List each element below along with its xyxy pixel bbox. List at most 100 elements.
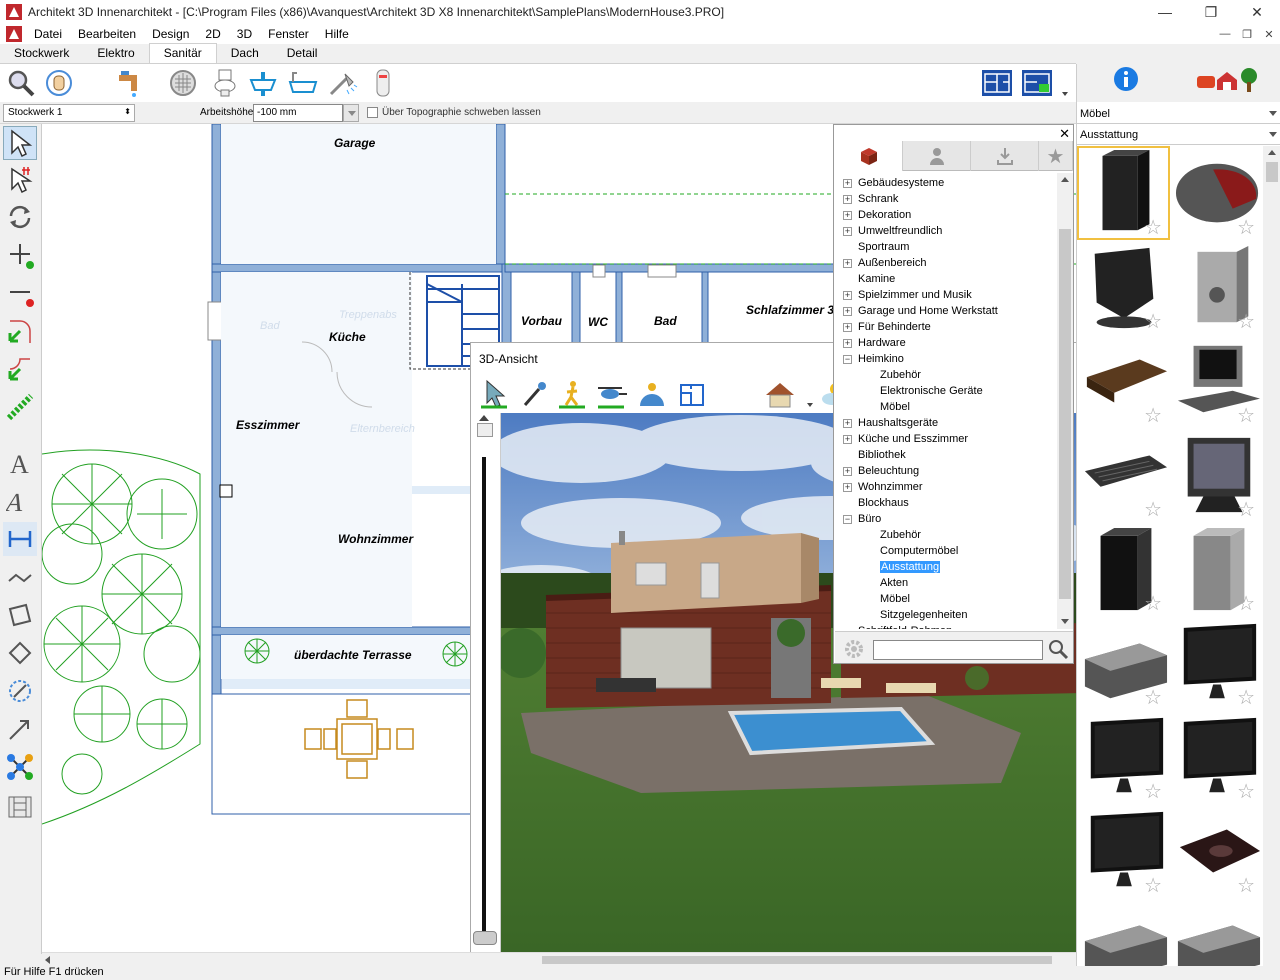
menu-2d[interactable]: 2D: [197, 27, 228, 41]
dimension-chain-tool[interactable]: [3, 560, 37, 594]
menu-3d[interactable]: 3D: [229, 27, 260, 41]
tree-node[interactable]: − Büro: [843, 511, 881, 527]
library-item[interactable]: ☆: [1077, 804, 1170, 898]
scroll-up-icon[interactable]: [1268, 150, 1276, 155]
catalog-tab-objects[interactable]: [835, 141, 903, 171]
tree-node[interactable]: Möbel: [865, 399, 910, 415]
library-item[interactable]: ☆: [1077, 334, 1170, 428]
minimize-button[interactable]: —: [1142, 0, 1188, 24]
tree-node[interactable]: + Außenbereich: [843, 255, 927, 271]
expand-icon[interactable]: +: [843, 338, 852, 348]
tab-detail[interactable]: Detail: [273, 44, 332, 63]
selection-handle[interactable]: [219, 484, 233, 498]
expand-icon[interactable]: +: [843, 306, 852, 316]
curve-tool[interactable]: [3, 314, 37, 348]
tree-node[interactable]: Akten: [865, 575, 908, 591]
favorite-star-icon[interactable]: ☆: [1144, 876, 1162, 896]
shower-tool[interactable]: [326, 66, 360, 100]
expand-icon[interactable]: +: [843, 322, 852, 332]
collapse-icon[interactable]: −: [843, 354, 852, 364]
mdi-minimize-button[interactable]: —: [1214, 28, 1236, 41]
tree-node[interactable]: + Haushaltsgeräte: [843, 415, 938, 431]
text-angle-tool[interactable]: A: [3, 484, 37, 518]
tree-node[interactable]: Ausstattung: [865, 559, 941, 575]
faucet-tool[interactable]: [112, 66, 146, 100]
3d-fly-button[interactable]: [595, 377, 629, 411]
catalog-tab-download[interactable]: [971, 141, 1039, 171]
connect-tool[interactable]: [3, 750, 37, 784]
favorite-star-icon[interactable]: ☆: [1237, 500, 1255, 520]
sink-tool[interactable]: [246, 66, 280, 100]
subcategory-select[interactable]: Ausstattung: [1077, 125, 1280, 145]
work-height-dropdown[interactable]: [343, 104, 359, 122]
tree-node[interactable]: Computermöbel: [865, 543, 958, 559]
curve-tool-2[interactable]: [3, 352, 37, 386]
library-item[interactable]: ☆: [1170, 146, 1263, 240]
3d-house-button[interactable]: [763, 377, 797, 411]
library-scrollbar[interactable]: [1263, 146, 1280, 966]
favorite-star-icon[interactable]: ☆: [1237, 688, 1255, 708]
menu-hilfe[interactable]: Hilfe: [317, 27, 357, 41]
3d-select-button[interactable]: [477, 377, 511, 411]
favorite-star-icon[interactable]: ☆: [1144, 688, 1162, 708]
library-item[interactable]: ☆: [1077, 710, 1170, 804]
scale-tool[interactable]: [3, 674, 37, 708]
tree-node[interactable]: + Gebäudesysteme: [843, 175, 944, 191]
library-item[interactable]: ☆: [1170, 522, 1263, 616]
tree-node[interactable]: + Dekoration: [843, 207, 911, 223]
tree-node[interactable]: Bibliothek: [843, 447, 906, 463]
expand-icon[interactable]: +: [843, 466, 852, 476]
mdi-close-button[interactable]: ✕: [1258, 28, 1280, 41]
mini-view-icon[interactable]: [477, 423, 493, 437]
favorite-star-icon[interactable]: ☆: [1237, 876, 1255, 896]
spline-tool[interactable]: [3, 390, 37, 424]
3d-eyedropper-button[interactable]: [517, 377, 551, 411]
menu-datei[interactable]: Datei: [26, 27, 70, 41]
catalog-close-button[interactable]: ✕: [1059, 126, 1070, 142]
add-point-tool[interactable]: [3, 238, 37, 272]
toilet-tool[interactable]: [208, 66, 242, 100]
tree-node[interactable]: Elektronische Geräte: [865, 383, 983, 399]
furniture-library-icon[interactable]: [1195, 66, 1259, 94]
expand-icon[interactable]: +: [843, 290, 852, 300]
topo-checkbox[interactable]: [367, 107, 378, 118]
catalog-search-input[interactable]: [873, 640, 1043, 660]
favorite-star-icon[interactable]: ☆: [1144, 782, 1162, 802]
tree-node[interactable]: Schriftfeld-Rahmen: [843, 623, 952, 629]
slider-thumb[interactable]: [473, 931, 497, 945]
expand-icon[interactable]: +: [843, 226, 852, 236]
expand-icon[interactable]: +: [843, 210, 852, 220]
tree-node[interactable]: + Küche und Esszimmer: [843, 431, 968, 447]
expand-icon[interactable]: +: [843, 178, 852, 188]
collapse-icon[interactable]: −: [843, 514, 852, 524]
water-heater-tool[interactable]: [366, 66, 400, 100]
expand-icon[interactable]: +: [843, 434, 852, 444]
menu-fenster[interactable]: Fenster: [260, 27, 317, 41]
plan-view-button[interactable]: [980, 66, 1014, 100]
tree-node[interactable]: − Heimkino: [843, 351, 904, 367]
leader-tool[interactable]: [3, 712, 37, 746]
toolbar-dropdown-arrow[interactable]: [1062, 92, 1068, 96]
library-item[interactable]: ☆: [1077, 522, 1170, 616]
drain-tool[interactable]: [166, 66, 200, 100]
3d-view-side-slider[interactable]: [471, 413, 501, 953]
expand-icon[interactable]: +: [843, 258, 852, 268]
favorite-star-icon[interactable]: ☆: [1237, 406, 1255, 426]
favorite-star-icon[interactable]: ☆: [1237, 594, 1255, 614]
angle-dim-tool[interactable]: [3, 636, 37, 670]
tree-node[interactable]: Möbel: [865, 591, 910, 607]
tree-node[interactable]: Sportraum: [843, 239, 909, 255]
favorite-star-icon[interactable]: ☆: [1237, 218, 1255, 238]
scroll-up-icon[interactable]: [1061, 177, 1069, 182]
category-select[interactable]: Möbel: [1077, 104, 1280, 124]
tab-stockwerk[interactable]: Stockwerk: [0, 44, 83, 63]
info-icon[interactable]: [1113, 66, 1139, 92]
library-item[interactable]: ☆: [1170, 898, 1263, 966]
tree-node[interactable]: Kamine: [843, 271, 895, 287]
tree-node[interactable]: Zubehör: [865, 367, 921, 383]
dimension-tool[interactable]: [3, 522, 37, 556]
bathtub-tool[interactable]: [286, 66, 320, 100]
zoom-tool[interactable]: [4, 66, 38, 100]
select-tool[interactable]: [3, 126, 37, 160]
library-item[interactable]: ☆: [1170, 710, 1263, 804]
